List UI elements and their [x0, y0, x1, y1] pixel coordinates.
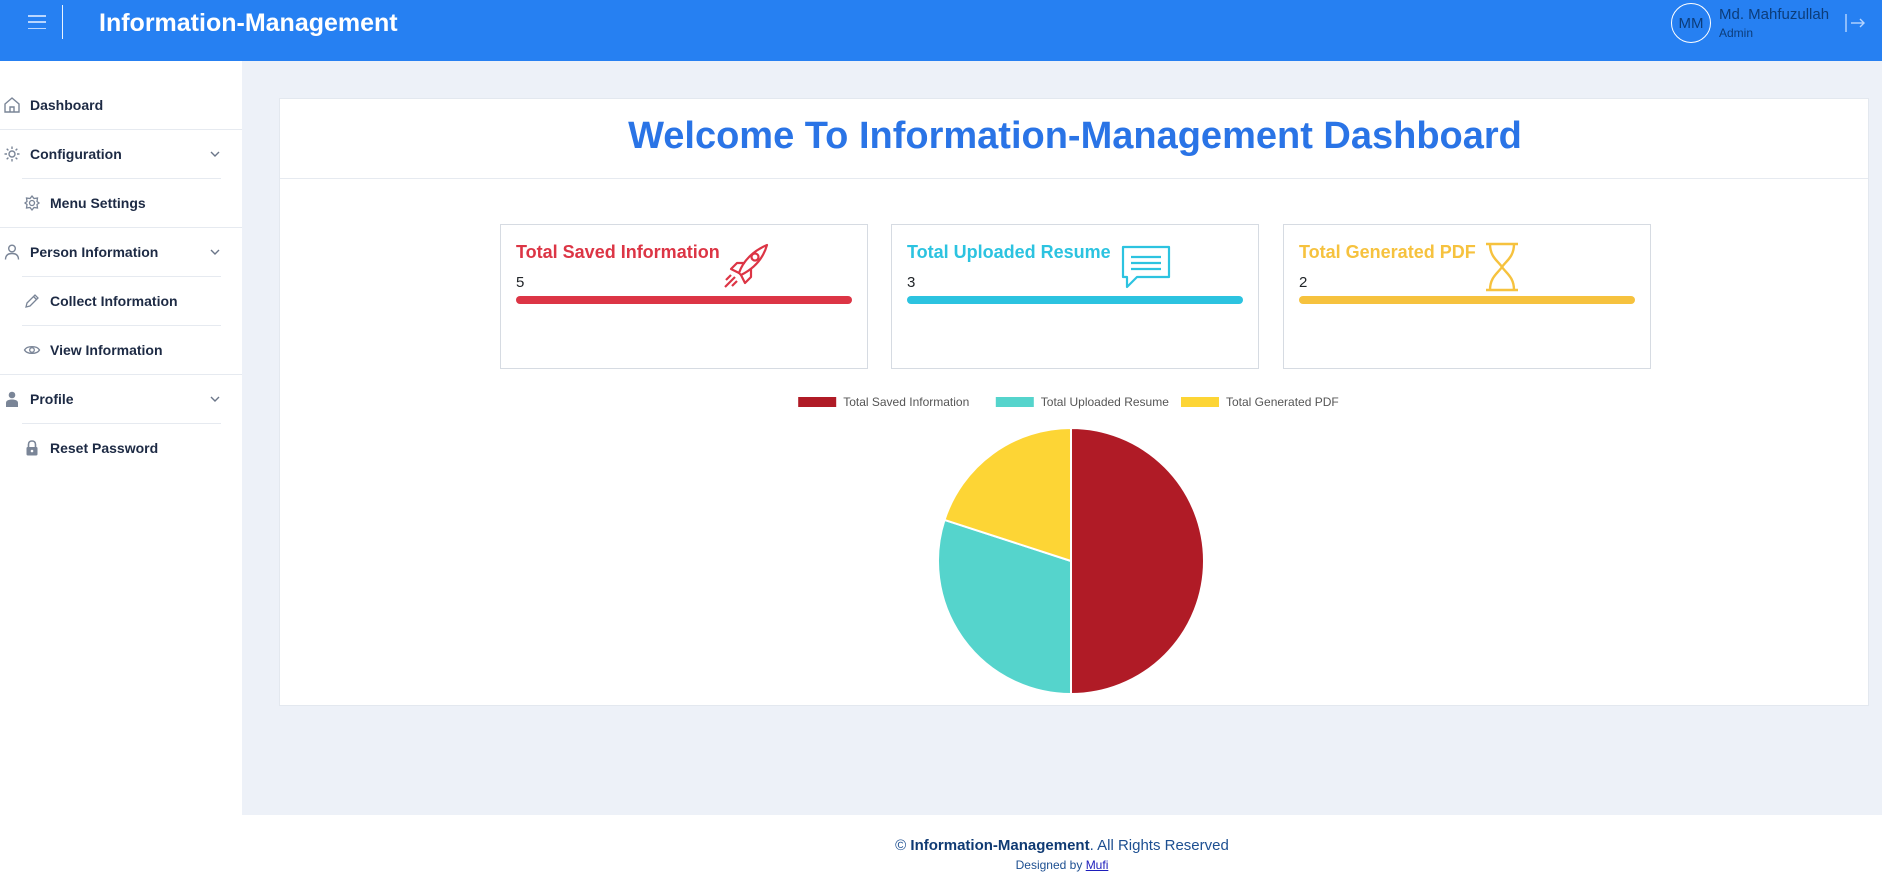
user-name[interactable]: Md. Mahfuzullah	[1719, 6, 1829, 23]
copyright-text: © Information-Management. All Rights Res…	[242, 837, 1882, 854]
copyright-brand: Information-Management	[910, 837, 1090, 854]
sidebar-item-label: Profile	[30, 390, 74, 407]
pie-chart: Total Saved Information Total Uploaded Re…	[798, 395, 1339, 694]
legend-label[interactable]: Total Generated PDF	[1226, 395, 1339, 409]
sidebar-item-label: View Information	[50, 341, 163, 358]
designer-link[interactable]: Mufi	[1086, 858, 1109, 872]
progress-bar	[516, 296, 852, 304]
sidebar: Dashboard Configuration Menu Settings Pe…	[0, 61, 242, 892]
user-avatar[interactable]: MM	[1671, 3, 1711, 43]
sidebar-item-label: Collect Information	[50, 292, 178, 309]
stat-value: 5	[516, 274, 525, 291]
home-icon	[3, 96, 21, 114]
pie-slice[interactable]	[1070, 426, 1205, 694]
stat-card-generated-pdf: Total Generated PDF 2	[1283, 224, 1651, 369]
person-icon	[3, 390, 21, 408]
chevron-down-icon[interactable]	[208, 392, 222, 406]
user-icon	[3, 243, 21, 261]
sidebar-item-profile[interactable]: Profile	[0, 374, 242, 423]
flower-gear-icon	[23, 194, 41, 212]
stat-title: Total Uploaded Resume	[907, 242, 1111, 262]
logout-icon[interactable]	[1844, 12, 1866, 34]
stat-card-uploaded-resume: Total Uploaded Resume 3	[891, 224, 1259, 369]
designed-by: Designed by Mufi	[242, 858, 1882, 872]
footer: © Information-Management. All Rights Res…	[242, 815, 1882, 892]
sidebar-item-person-information[interactable]: Person Information	[0, 227, 242, 276]
sidebar-item-dashboard[interactable]: Dashboard	[0, 80, 242, 129]
card-divider	[280, 178, 1868, 179]
stat-title: Total Generated PDF	[1299, 242, 1476, 262]
dashboard-card: Welcome To Information-Management Dashbo…	[279, 98, 1869, 706]
chevron-down-icon[interactable]	[208, 245, 222, 259]
legend-label[interactable]: Total Uploaded Resume	[1041, 395, 1169, 409]
sidebar-item-label: Configuration	[30, 145, 122, 162]
lock-icon	[23, 439, 41, 457]
top-navbar: Information-Management MM Md. Mahfuzulla…	[0, 0, 1882, 61]
legend-swatch[interactable]	[995, 397, 1034, 407]
rocket-icon	[724, 243, 769, 288]
page-title: Welcome To Information-Management Dashbo…	[628, 115, 1522, 157]
user-role: Admin	[1719, 26, 1754, 40]
gear-icon	[3, 145, 21, 163]
designed-by-prefix: Designed by	[1015, 858, 1083, 872]
navbar-divider	[62, 5, 63, 39]
progress-bar	[907, 296, 1243, 304]
stat-value: 2	[1299, 274, 1308, 291]
progress-bar	[1299, 296, 1635, 304]
sidebar-item-label: Dashboard	[30, 96, 104, 113]
legend-swatch[interactable]	[1181, 397, 1219, 407]
stat-title: Total Saved Information	[516, 242, 720, 262]
sidebar-item-collect-information[interactable]: Collect Information	[0, 276, 242, 325]
sidebar-item-label: Menu Settings	[50, 194, 146, 211]
sidebar-item-label: Person Information	[30, 243, 159, 260]
copyright-rest: . All Rights Reserved	[1089, 837, 1229, 854]
app-title[interactable]: Information-Management	[99, 9, 398, 38]
sidebar-item-reset-password[interactable]: Reset Password	[0, 423, 242, 472]
legend-swatch[interactable]	[798, 397, 837, 407]
sidebar-item-view-information[interactable]: View Information	[0, 325, 242, 374]
pencil-icon	[23, 292, 41, 310]
sidebar-item-configuration[interactable]: Configuration	[0, 129, 242, 178]
chat-message-icon	[1121, 245, 1171, 289]
stat-value: 3	[907, 274, 916, 291]
legend-label[interactable]: Total Saved Information	[843, 395, 969, 409]
hamburger-menu-icon[interactable]	[26, 14, 48, 30]
copyright-symbol: ©	[895, 837, 907, 854]
chevron-down-icon[interactable]	[208, 147, 222, 161]
stat-card-saved-information: Total Saved Information 5	[500, 224, 868, 369]
sidebar-item-menu-settings[interactable]: Menu Settings	[0, 178, 242, 227]
sidebar-item-label: Reset Password	[50, 439, 159, 456]
eye-icon	[23, 341, 41, 359]
hourglass-icon	[1486, 242, 1518, 292]
